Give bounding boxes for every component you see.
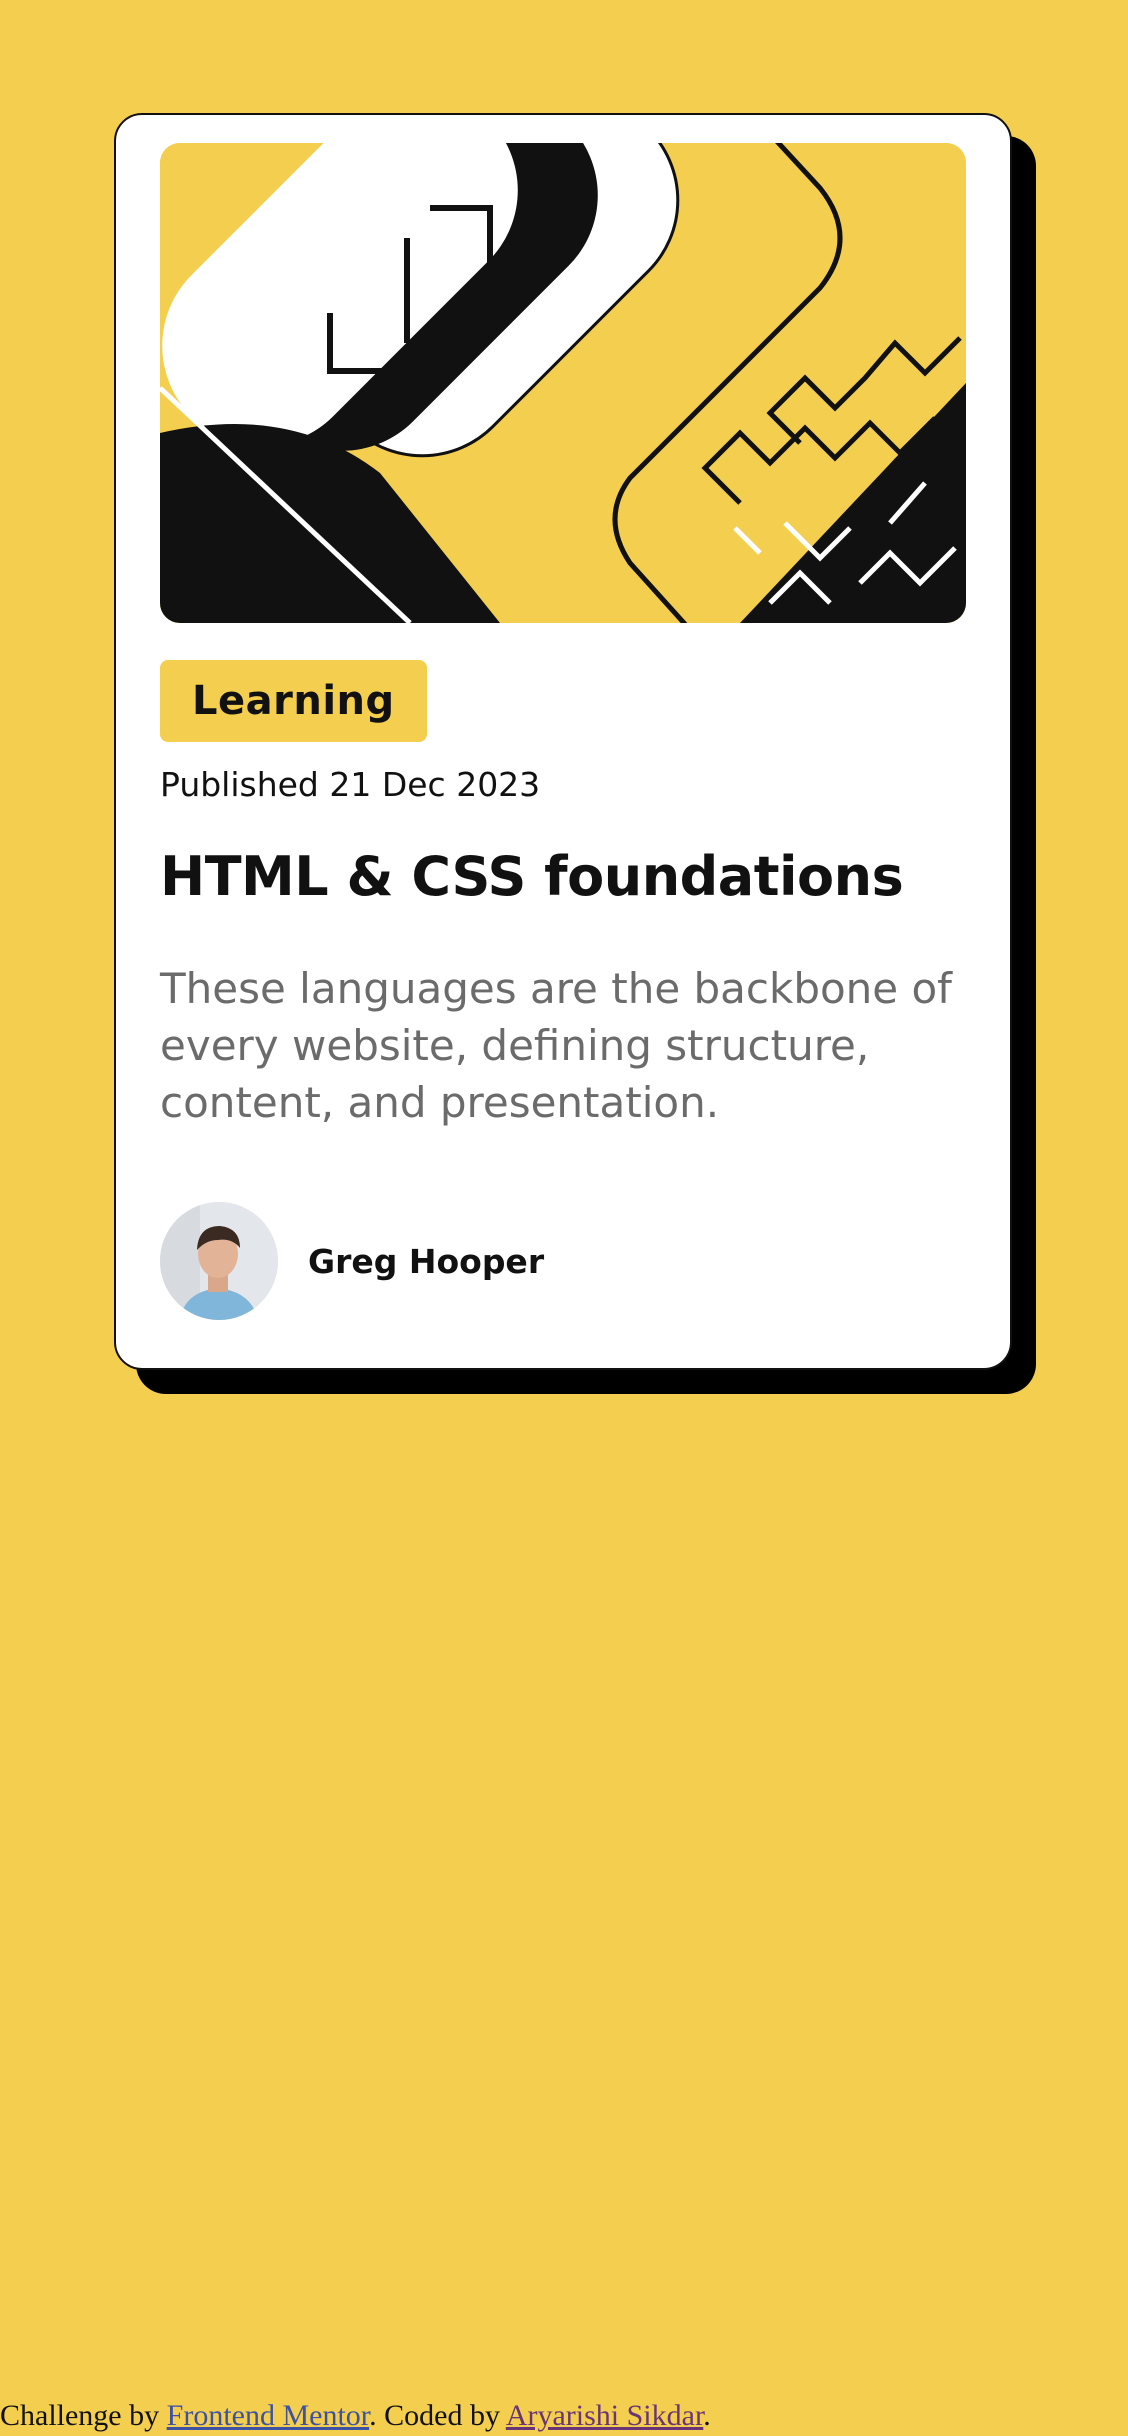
blog-preview-card: Learning Published 21 Dec 2023 HTML & CS…: [114, 113, 1012, 1370]
published-date: Published 21 Dec 2023: [160, 765, 541, 804]
author-avatar: [160, 1202, 278, 1320]
coder-link[interactable]: Aryarishi Sikdar: [506, 2399, 703, 2432]
card-description: These languages are the backbone of ever…: [160, 964, 952, 1127]
attribution: Challenge by Frontend Mentor. Coded by A…: [0, 2399, 711, 2433]
card-title[interactable]: HTML & CSS foundations: [160, 845, 904, 908]
frontend-mentor-link[interactable]: Frontend Mentor: [167, 2399, 370, 2432]
attribution-prefix: Challenge by: [0, 2399, 167, 2432]
card-illustration: [160, 143, 966, 623]
author-name: Greg Hooper: [308, 1241, 545, 1281]
category-tag: Learning: [160, 660, 427, 742]
author: Greg Hooper: [160, 1202, 544, 1320]
attribution-suffix: .: [703, 2399, 711, 2432]
attribution-middle: . Coded by: [369, 2399, 506, 2432]
person-avatar-icon: [160, 1202, 278, 1320]
